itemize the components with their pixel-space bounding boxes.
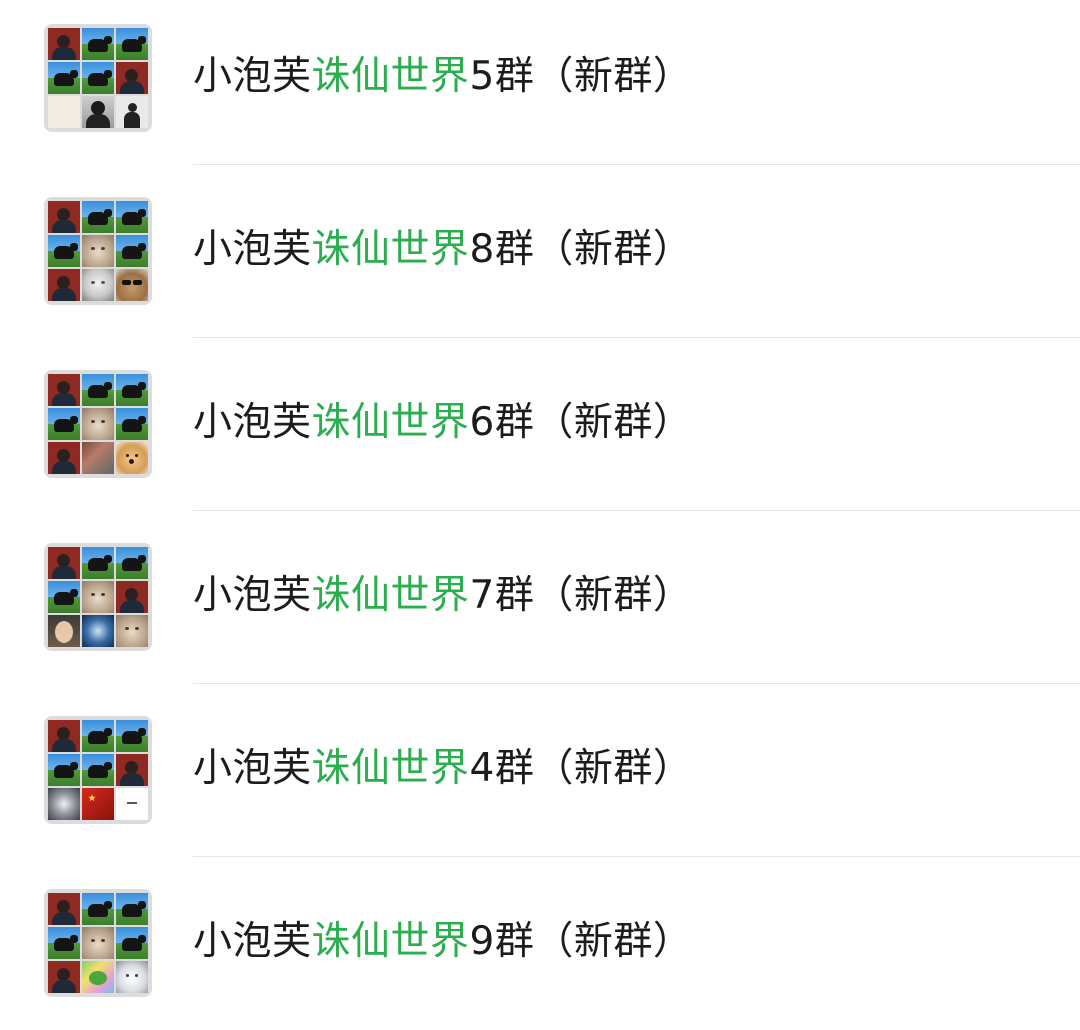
chat-list-item[interactable]: 小泡芙诛仙世界9群（新群） bbox=[0, 857, 1080, 1030]
cat-icon bbox=[82, 927, 114, 959]
chat-title-suffix: 4群（新群） bbox=[469, 746, 693, 791]
portrait-icon bbox=[116, 581, 148, 613]
portrait-icon bbox=[48, 720, 80, 752]
chat-title-highlight: 诛仙世界 bbox=[311, 573, 470, 618]
chat-title-prefix: 小泡芙 bbox=[193, 573, 312, 618]
chat-list-item[interactable]: 小泡芙诛仙世界8群（新群） bbox=[0, 165, 1080, 338]
chat-title-highlight: 诛仙世界 bbox=[311, 746, 470, 791]
portrait-icon bbox=[116, 62, 148, 94]
cow-field-icon bbox=[82, 374, 114, 406]
cow-field-icon bbox=[48, 235, 80, 267]
chat-title: 小泡芙诛仙世界6群（新群） bbox=[193, 399, 692, 447]
portrait-icon bbox=[48, 269, 80, 301]
chat-title-suffix: 9群（新群） bbox=[469, 919, 693, 964]
cow-field-icon bbox=[116, 408, 148, 440]
chat-title-prefix: 小泡芙 bbox=[193, 400, 312, 445]
portrait-icon bbox=[48, 28, 80, 60]
portrait-icon bbox=[48, 374, 80, 406]
cow-field-icon bbox=[82, 201, 114, 233]
cat-icon bbox=[82, 269, 114, 301]
cat-icon bbox=[82, 581, 114, 613]
chat-title-highlight: 诛仙世界 bbox=[311, 919, 470, 964]
chat-title-suffix: 7群（新群） bbox=[469, 573, 693, 618]
cow-field-icon bbox=[82, 62, 114, 94]
red-poster-icon bbox=[82, 788, 114, 820]
group-avatar-icon bbox=[44, 24, 152, 132]
chat-list-item[interactable]: 小泡芙诛仙世界6群（新群） bbox=[0, 338, 1080, 511]
cow-field-icon bbox=[82, 720, 114, 752]
group-avatar-icon bbox=[44, 889, 152, 997]
chat-title: 小泡芙诛仙世界4群（新群） bbox=[193, 745, 692, 793]
cow-field-icon bbox=[116, 927, 148, 959]
dog-icon bbox=[116, 442, 148, 474]
cow-field-icon bbox=[116, 547, 148, 579]
chat-list-item[interactable]: 小泡芙诛仙世界7群（新群） bbox=[0, 511, 1080, 684]
chat-title-suffix: 8群（新群） bbox=[469, 227, 693, 272]
chat-title-highlight: 诛仙世界 bbox=[311, 54, 470, 99]
dog-icon bbox=[116, 269, 148, 301]
cow-field-icon bbox=[116, 893, 148, 925]
chat-title-highlight: 诛仙世界 bbox=[311, 400, 470, 445]
portrait-icon bbox=[48, 547, 80, 579]
chat-title: 小泡芙诛仙世界5群（新群） bbox=[193, 53, 692, 101]
calligraphy-icon bbox=[48, 96, 80, 128]
portrait-icon bbox=[48, 961, 80, 993]
cat-icon bbox=[82, 235, 114, 267]
cat-icon bbox=[116, 961, 148, 993]
portrait-icon bbox=[48, 442, 80, 474]
group-chat-list: 小泡芙诛仙世界5群（新群） 小泡芙诛仙世界8群（新群） 小泡芙诛仙世界6群（新群… bbox=[0, 0, 1080, 1004]
cow-field-icon bbox=[48, 62, 80, 94]
portrait-icon bbox=[82, 96, 114, 128]
group-avatar-icon bbox=[44, 197, 152, 305]
chat-title-prefix: 小泡芙 bbox=[193, 919, 312, 964]
chat-title: 小泡芙诛仙世界7群（新群） bbox=[193, 572, 692, 620]
chat-title-prefix: 小泡芙 bbox=[193, 54, 312, 99]
portrait-icon bbox=[116, 754, 148, 786]
group-avatar-icon bbox=[44, 370, 152, 478]
chat-title: 小泡芙诛仙世界8群（新群） bbox=[193, 226, 692, 274]
portrait-icon bbox=[48, 615, 80, 647]
cow-field-icon bbox=[116, 720, 148, 752]
dog-icon bbox=[82, 615, 114, 647]
chat-title-prefix: 小泡芙 bbox=[193, 746, 312, 791]
cat-icon bbox=[116, 615, 148, 647]
cow-field-icon bbox=[116, 28, 148, 60]
portrait-icon bbox=[48, 893, 80, 925]
cow-field-icon bbox=[48, 408, 80, 440]
cow-field-icon bbox=[48, 754, 80, 786]
chat-title-suffix: 5群（新群） bbox=[469, 54, 693, 99]
cow-field-icon bbox=[82, 547, 114, 579]
chat-title-suffix: 6群（新群） bbox=[469, 400, 693, 445]
cow-field-icon bbox=[116, 374, 148, 406]
cow-field-icon bbox=[48, 581, 80, 613]
frog-icon bbox=[82, 961, 114, 993]
husky-icon bbox=[48, 788, 80, 820]
chat-list-item[interactable]: 小泡芙诛仙世界4群（新群） bbox=[0, 684, 1080, 857]
street-photo-icon bbox=[82, 442, 114, 474]
chat-title-highlight: 诛仙世界 bbox=[311, 227, 470, 272]
group-avatar-icon bbox=[44, 716, 152, 824]
chat-title: 小泡芙诛仙世界9群（新群） bbox=[193, 918, 692, 966]
cat-icon bbox=[82, 408, 114, 440]
portrait-icon bbox=[48, 201, 80, 233]
text-image-icon bbox=[116, 788, 148, 820]
cow-field-icon bbox=[82, 754, 114, 786]
chat-title-prefix: 小泡芙 bbox=[193, 227, 312, 272]
silhouette-icon bbox=[116, 96, 148, 128]
cow-field-icon bbox=[116, 235, 148, 267]
cow-field-icon bbox=[82, 893, 114, 925]
chat-list-item[interactable]: 小泡芙诛仙世界5群（新群） bbox=[0, 0, 1080, 165]
cow-field-icon bbox=[82, 28, 114, 60]
group-avatar-icon bbox=[44, 543, 152, 651]
cow-field-icon bbox=[48, 927, 80, 959]
cow-field-icon bbox=[116, 201, 148, 233]
